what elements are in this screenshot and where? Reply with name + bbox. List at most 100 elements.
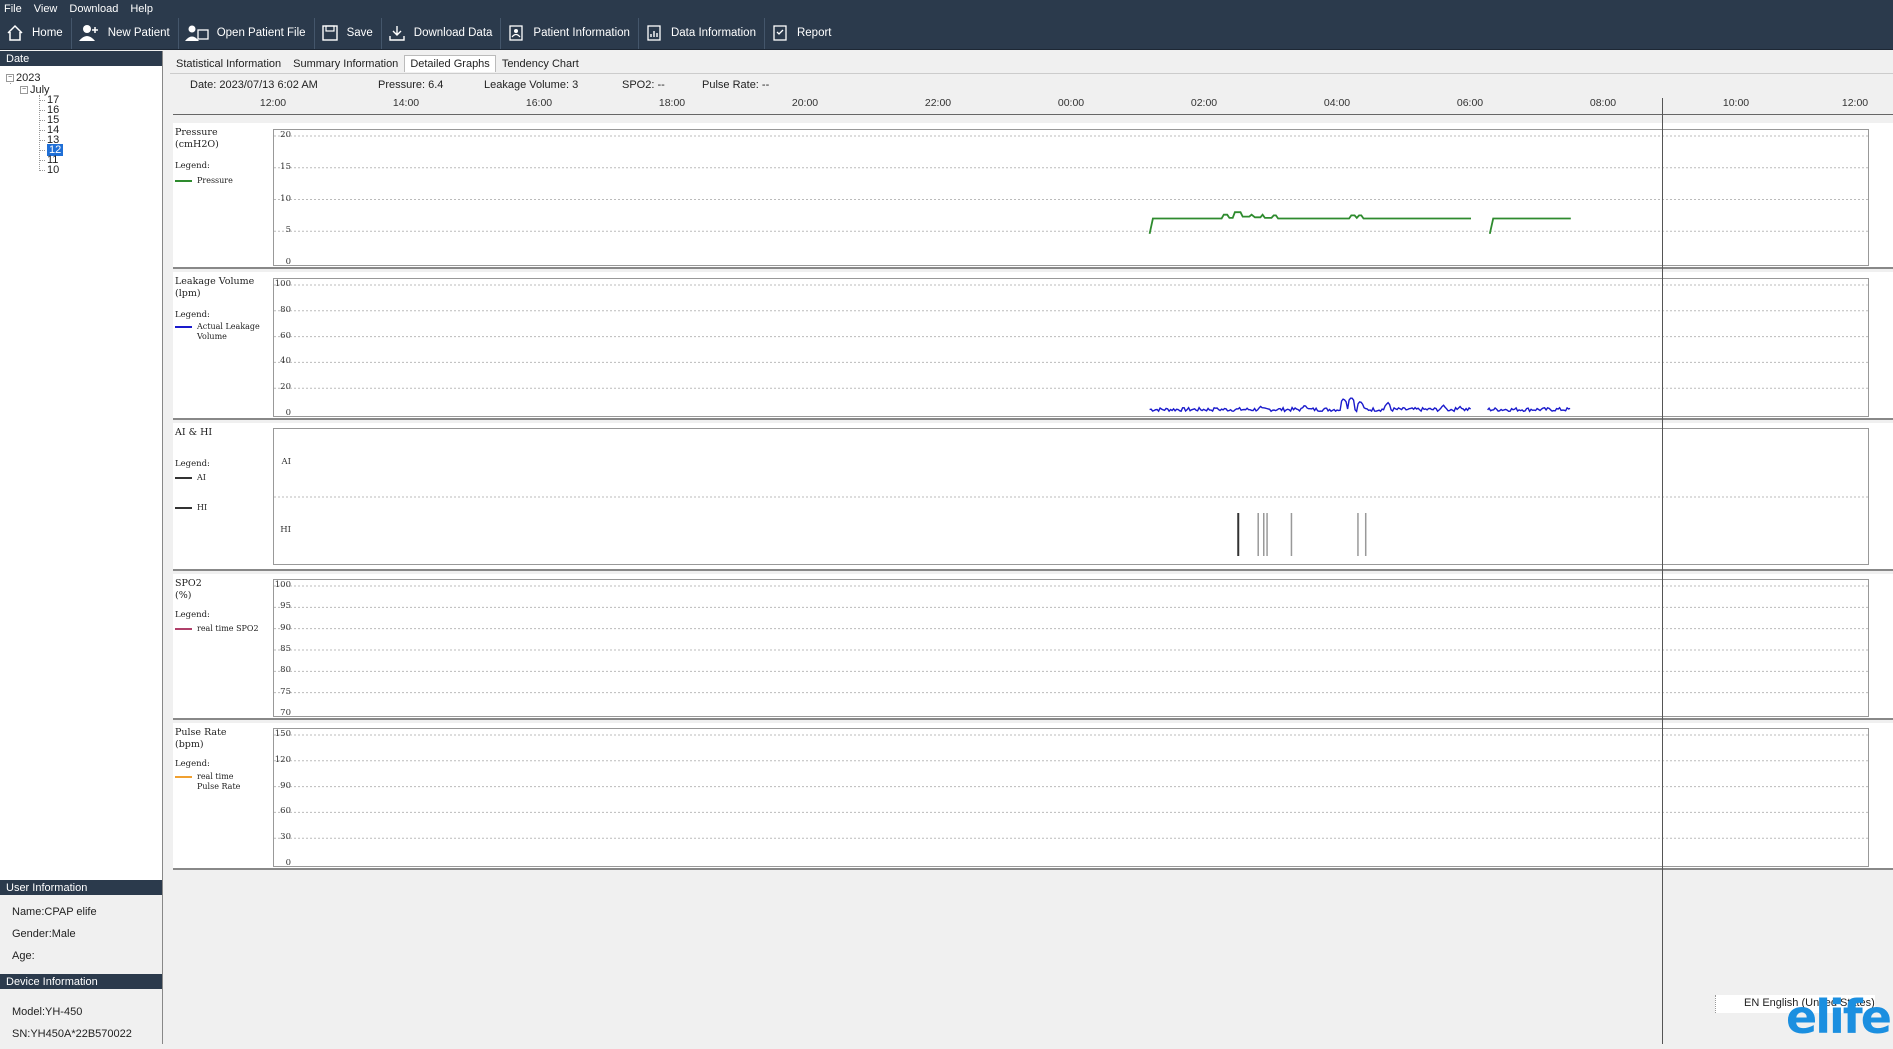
y-tick-label: 80 (280, 665, 291, 676)
menu-help[interactable]: Help (126, 3, 161, 15)
tree-month[interactable]: − July (20, 84, 50, 96)
gender-label: Gender: (12, 928, 52, 940)
patient-information-label: Patient Information (533, 27, 630, 39)
readout-pulse: Pulse Rate: -- (702, 79, 770, 91)
y-tick-label: 0 (285, 858, 291, 868)
collapse-icon[interactable]: − (20, 86, 28, 95)
toolbar: Home New Patient Open Patient File Save … (0, 17, 1893, 50)
device-information-header: Device Information (0, 974, 162, 989)
y-tick-label: 95 (280, 601, 291, 612)
legend-swatch (175, 507, 192, 509)
legend-swatch (175, 326, 192, 328)
menu-file[interactable]: File (0, 3, 30, 15)
data-info-icon (647, 25, 661, 41)
y-tick-label: 5 (285, 225, 291, 236)
y-tick-label: 70 (280, 708, 291, 718)
ai-hi-plot-svg (274, 496, 1870, 556)
download-data-button[interactable]: Download Data (382, 17, 502, 49)
y-tick-label: 20 (280, 382, 291, 393)
time-tick-label: 12:00 (1841, 97, 1869, 109)
pulse-rate-chart: Pulse Rate (bpm) Legend: real time Pulse R… (173, 723, 1893, 870)
y-tick-label: 90 (280, 622, 291, 633)
y-tick-label: 75 (280, 686, 291, 697)
pressure-series-line (1148, 211, 1571, 234)
menu-download[interactable]: Download (65, 3, 126, 15)
legend-label: Legend: (175, 310, 210, 320)
y-tick-label: 40 (280, 356, 291, 367)
collapse-icon[interactable]: − (6, 74, 14, 83)
save-button[interactable]: Save (315, 17, 382, 49)
report-icon (773, 25, 787, 41)
new-patient-button[interactable]: New Patient (72, 17, 179, 49)
y-tick-label: 30 (280, 832, 291, 843)
tree-day-10[interactable]: 10 (47, 164, 59, 176)
age-label: Age: (12, 950, 35, 962)
left-panel: Date −2023 − July 17 16 15 14 13 12 11 10 User I… (0, 51, 163, 1049)
new-patient-icon (78, 25, 98, 41)
leakage-volume-chart: Leakage Volume (lpm) Legend: Actual Leaka… (173, 272, 1893, 420)
legend-swatch (175, 477, 192, 479)
time-tick-label: 00:00 (1057, 97, 1085, 109)
pulse-chart-title: Pulse Rate (bpm) (175, 727, 227, 750)
legend-label: Legend: (175, 161, 210, 171)
time-axis: 12:00 14:00 16:00 18:00 20:00 22:00 00:00 02:00… (170, 97, 1893, 115)
time-cursor-line[interactable] (1662, 98, 1663, 1044)
spo2-chart-title: SPO2 (%) (175, 578, 202, 601)
leakage-chart-title: Leakage Volume (lpm) (175, 276, 255, 299)
cursor-readout: Date: 2023/07/13 6:02 AM Pressure: 6.4 L… (170, 73, 1893, 95)
sn-label: SN: (12, 1028, 31, 1040)
y-tick-label: 100 (274, 279, 291, 289)
y-tick-label: 120 (274, 754, 291, 765)
legend-label: Legend: (175, 459, 210, 469)
pulse-plot (273, 728, 1870, 867)
time-tick-label: 18:00 (658, 97, 686, 109)
patient-information-button[interactable]: Patient Information (501, 17, 639, 49)
readout-date: Date: 2023/07/13 6:02 AM (190, 79, 318, 91)
download-icon (389, 26, 405, 41)
user-gender: Male (51, 928, 76, 940)
pressure-chart-title: Pressure (cmH2O) (175, 127, 219, 150)
tab-statistical-information[interactable]: Statistical Information (170, 55, 287, 72)
time-tick-label: 06:00 (1456, 97, 1484, 109)
device-model: YH-450 (45, 1006, 83, 1018)
menu-view[interactable]: View (30, 3, 66, 15)
data-information-button[interactable]: Data Information (639, 17, 765, 49)
open-patient-file-button[interactable]: Open Patient File (179, 17, 315, 49)
patient-info-icon (509, 25, 524, 41)
legend-swatch (175, 180, 192, 182)
save-label: Save (346, 27, 373, 39)
pressure-plot (273, 129, 1870, 266)
brand-logo: elife (1786, 990, 1892, 1044)
leakage-series-line (1149, 397, 1472, 413)
name-label: Name: (12, 906, 45, 918)
y-tick-label: 100 (274, 580, 291, 590)
legend-swatch (175, 776, 192, 778)
y-tick-label: 85 (280, 644, 291, 654)
time-axis-line (173, 114, 1893, 115)
ai-hi-plot (273, 428, 1870, 565)
home-label: Home (32, 27, 63, 39)
time-tick-label: 16:00 (525, 97, 553, 109)
spo2-chart: SPO2 (%) Legend: real time SPO2 100 95 90 85… (173, 574, 1893, 720)
leakage-series-line (1487, 406, 1571, 413)
time-tick-label: 14:00 (392, 97, 420, 109)
legend-swatch (175, 628, 192, 630)
y-tick-label: 20 (280, 130, 291, 140)
tab-summary-information[interactable]: Summary Information (287, 55, 404, 72)
legend-label: Legend: (175, 759, 210, 769)
spo2-plot-svg (274, 585, 1870, 694)
tab-detailed-graphs[interactable]: Detailed Graphs (404, 55, 496, 72)
home-button[interactable]: Home (0, 17, 72, 49)
pressure-plot-svg (274, 135, 1870, 234)
tree-day-label: 10 (47, 164, 60, 176)
pulse-plot-svg (274, 734, 1870, 839)
tab-tendency-chart[interactable]: Tendency Chart (496, 55, 585, 72)
y-tick-label: 90 (280, 780, 291, 791)
readout-spo2: SPO2: -- (622, 79, 665, 91)
report-label: Report (796, 27, 832, 39)
model-label: Model: (12, 1006, 46, 1018)
device-sn: YH450A*22B570022 (30, 1028, 132, 1040)
tree-year[interactable]: −2023 (6, 72, 40, 84)
report-button[interactable]: Report (765, 18, 840, 49)
y-tick-label: 15 (280, 161, 291, 172)
